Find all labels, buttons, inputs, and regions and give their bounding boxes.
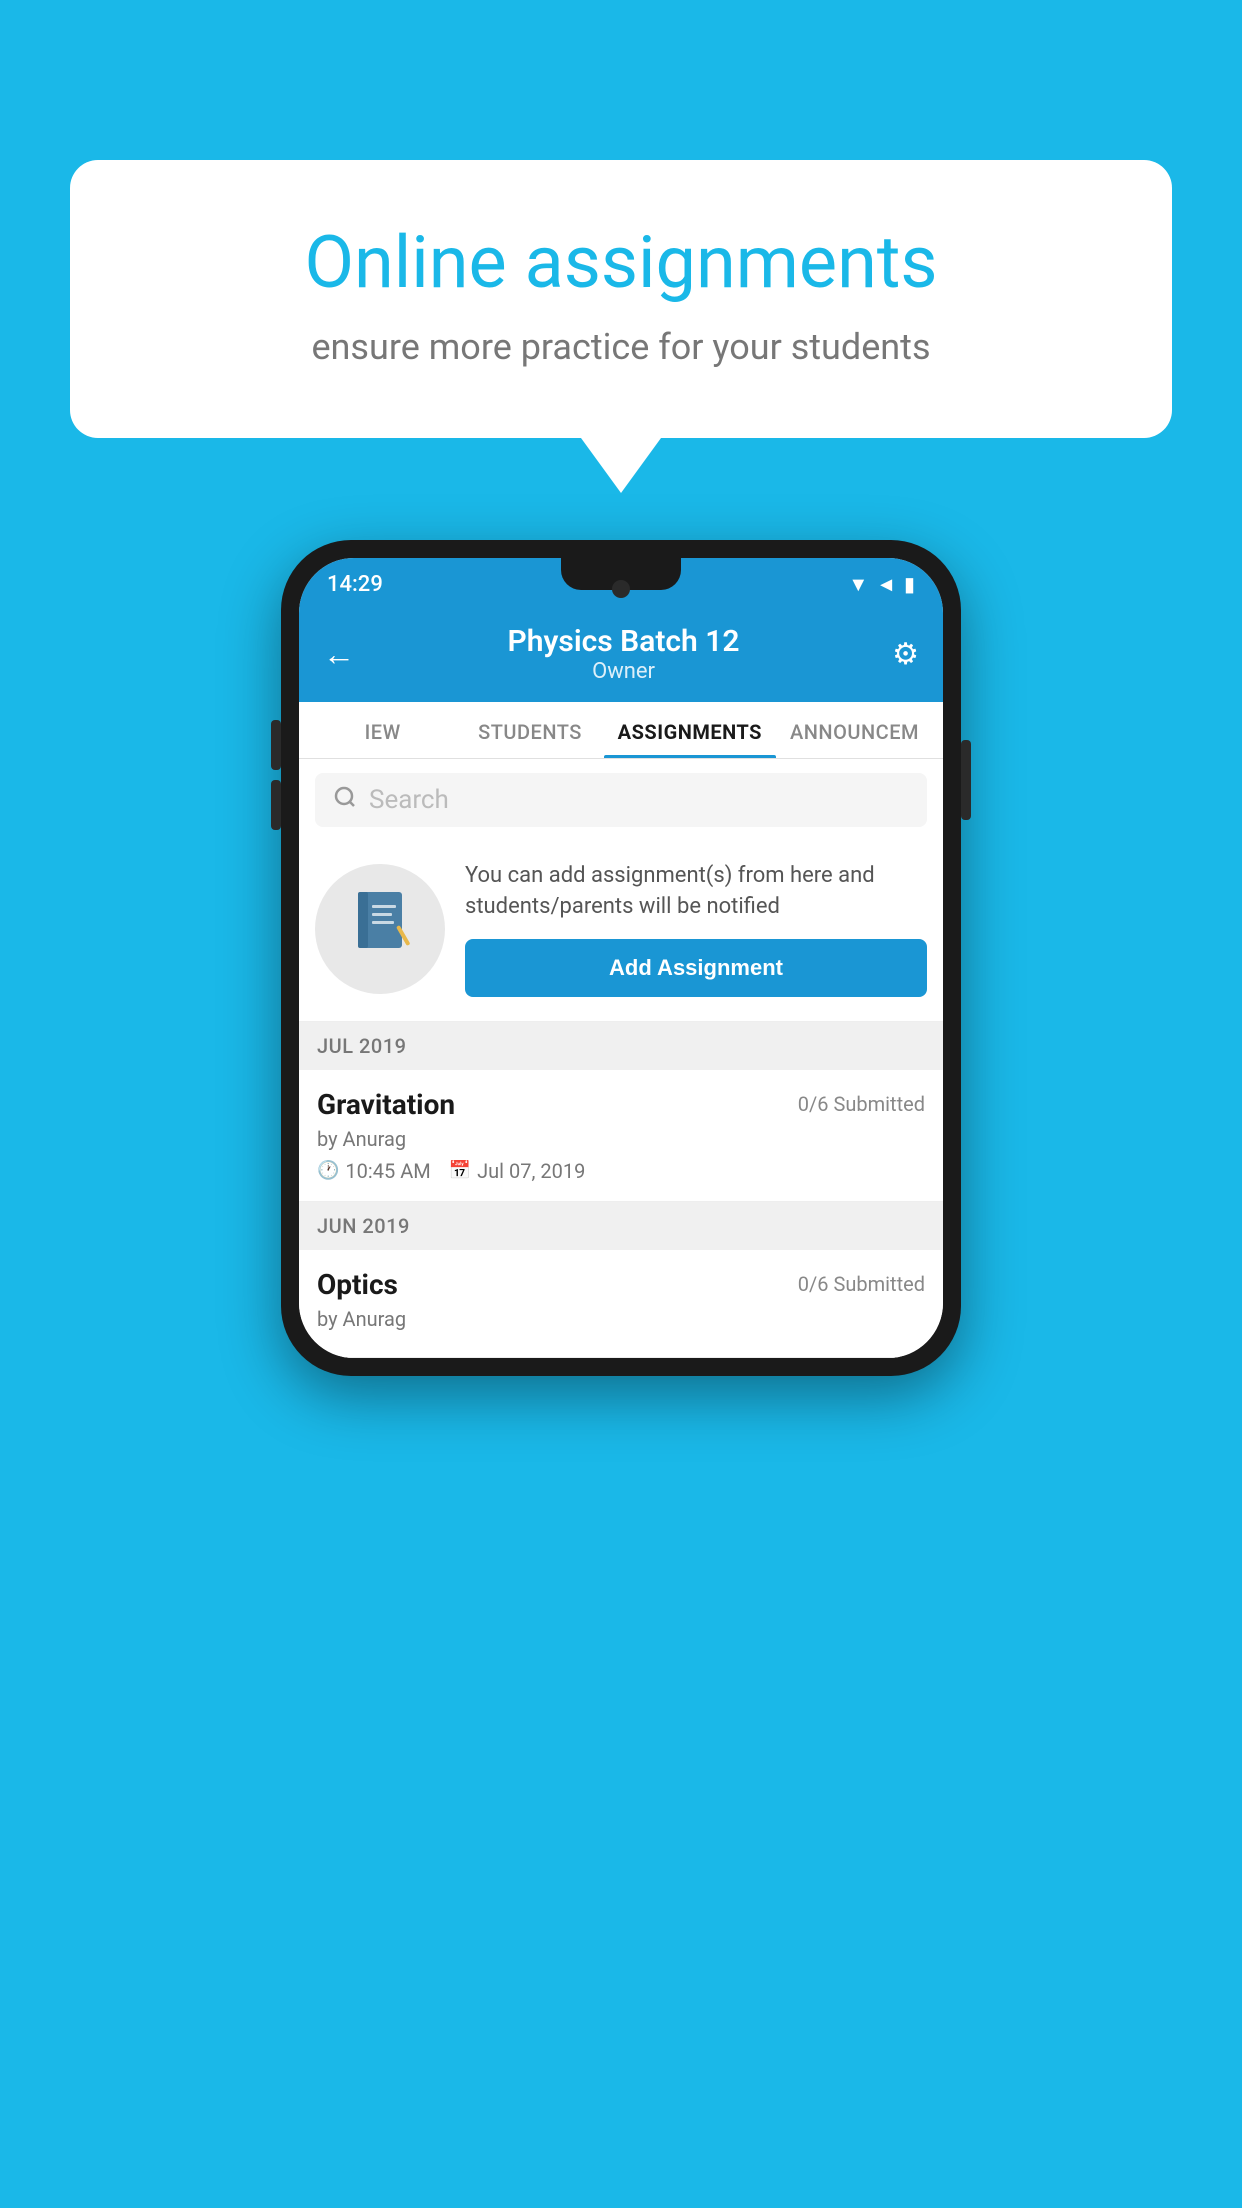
assignment-meta-gravitation: 🕐 10:45 AM 📅 Jul 07, 2019 bbox=[317, 1159, 925, 1183]
header-subtitle: Owner bbox=[508, 659, 740, 684]
signal-icon: ◄ bbox=[876, 572, 896, 597]
volume-down-button[interactable] bbox=[271, 780, 281, 830]
speech-bubble-arrow bbox=[581, 438, 661, 493]
assignment-row1-optics: Optics 0/6 Submitted bbox=[317, 1268, 925, 1301]
speech-bubble-wrapper: Online assignments ensure more practice … bbox=[70, 160, 1172, 493]
assignment-item-gravitation[interactable]: Gravitation 0/6 Submitted by Anurag 🕐 10… bbox=[299, 1070, 943, 1202]
search-input[interactable]: Search bbox=[369, 785, 449, 815]
promo-icon-circle bbox=[315, 864, 445, 994]
speech-bubble-subtitle: ensure more practice for your students bbox=[150, 326, 1092, 368]
calendar-icon: 📅 bbox=[449, 1160, 471, 1181]
promo-text: You can add assignment(s) from here and … bbox=[465, 861, 927, 923]
app-header: ← Physics Batch 12 Owner ⚙ bbox=[299, 610, 943, 702]
gear-icon[interactable]: ⚙ bbox=[892, 637, 919, 672]
clock-icon: 🕐 bbox=[317, 1160, 339, 1181]
header-center: Physics Batch 12 Owner bbox=[508, 624, 740, 684]
notebook-icon bbox=[350, 887, 410, 971]
back-button[interactable]: ← bbox=[323, 635, 355, 673]
search-bar[interactable]: Search bbox=[315, 773, 927, 827]
section-header-jul: JUL 2019 bbox=[299, 1022, 943, 1070]
speech-bubble: Online assignments ensure more practice … bbox=[70, 160, 1172, 438]
assignment-time-gravitation: 🕐 10:45 AM bbox=[317, 1159, 431, 1183]
assignment-date-gravitation: 📅 Jul 07, 2019 bbox=[449, 1159, 586, 1183]
tab-assignments[interactable]: ASSIGNMENTS bbox=[604, 702, 776, 758]
assignment-name-optics: Optics bbox=[317, 1268, 398, 1301]
tab-announcements[interactable]: ANNOUNCEM bbox=[776, 702, 933, 758]
assignment-submitted-gravitation: 0/6 Submitted bbox=[798, 1092, 925, 1116]
assignment-row1: Gravitation 0/6 Submitted bbox=[317, 1088, 925, 1121]
assignment-submitted-optics: 0/6 Submitted bbox=[798, 1272, 925, 1296]
status-time: 14:29 bbox=[327, 572, 383, 597]
tab-students[interactable]: STUDENTS bbox=[456, 702, 603, 758]
time-value-gravitation: 10:45 AM bbox=[345, 1159, 430, 1183]
tabs-bar: IEW STUDENTS ASSIGNMENTS ANNOUNCEM bbox=[299, 702, 943, 759]
battery-icon: ▮ bbox=[904, 572, 915, 596]
wifi-icon: ▼ bbox=[848, 572, 868, 597]
phone-outer: 14:29 ▼ ◄ ▮ ← Physics Batch 12 Owner ⚙ I… bbox=[281, 540, 961, 1376]
speech-bubble-title: Online assignments bbox=[150, 220, 1092, 306]
date-value-gravitation: Jul 07, 2019 bbox=[477, 1159, 585, 1183]
assignment-by-gravitation: by Anurag bbox=[317, 1127, 925, 1151]
assignment-by-optics: by Anurag bbox=[317, 1307, 925, 1331]
volume-up-button[interactable] bbox=[271, 720, 281, 770]
status-icons: ▼ ◄ ▮ bbox=[848, 572, 915, 597]
assignment-name-gravitation: Gravitation bbox=[317, 1088, 455, 1121]
phone-mockup: 14:29 ▼ ◄ ▮ ← Physics Batch 12 Owner ⚙ I… bbox=[281, 540, 961, 1376]
assignment-item-optics[interactable]: Optics 0/6 Submitted by Anurag bbox=[299, 1250, 943, 1358]
search-icon bbox=[333, 785, 357, 815]
section-header-jun: JUN 2019 bbox=[299, 1202, 943, 1250]
add-assignment-button[interactable]: Add Assignment bbox=[465, 939, 927, 997]
header-title: Physics Batch 12 bbox=[508, 624, 740, 659]
search-container: Search bbox=[299, 759, 943, 841]
power-button[interactable] bbox=[961, 740, 971, 820]
phone-notch bbox=[561, 558, 681, 590]
promo-content: You can add assignment(s) from here and … bbox=[465, 861, 927, 997]
phone-camera bbox=[612, 580, 630, 598]
promo-section: You can add assignment(s) from here and … bbox=[299, 841, 943, 1022]
phone-screen: 14:29 ▼ ◄ ▮ ← Physics Batch 12 Owner ⚙ I… bbox=[299, 558, 943, 1358]
tab-iew[interactable]: IEW bbox=[309, 702, 456, 758]
